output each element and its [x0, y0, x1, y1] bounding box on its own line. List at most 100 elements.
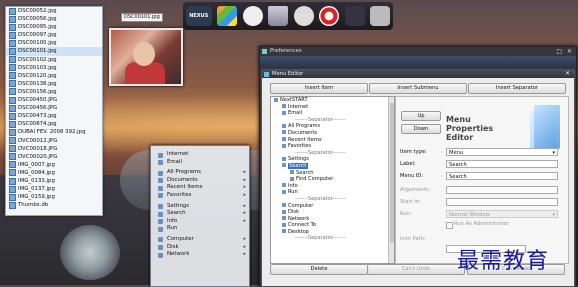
- menu-tree[interactable]: NextSTART Internet Email -------Separator--…: [270, 96, 395, 264]
- file-list-item[interactable]: DUBAI FEV. 2008 392.jpg: [6, 128, 102, 136]
- start-in-label: Start in:: [400, 199, 421, 205]
- start-menu-item[interactable]: Settings ▸: [151, 203, 249, 211]
- start-menu-item[interactable]: Disk ▸: [151, 244, 249, 252]
- tree-separator[interactable]: -------Separator-------: [271, 196, 394, 203]
- menu-id-field[interactable]: Search: [446, 172, 558, 180]
- ball-icon[interactable]: [319, 6, 340, 26]
- start-menu-item[interactable]: Favorites ▸: [151, 192, 249, 200]
- menu-item-icon: [158, 211, 163, 217]
- media-player-icon[interactable]: [293, 6, 314, 26]
- close-icon[interactable]: ✕: [567, 47, 572, 56]
- file-list-item[interactable]: DVC00012.JPG: [6, 137, 102, 145]
- tree-item[interactable]: Search: [271, 162, 394, 170]
- windows-icon[interactable]: [217, 6, 238, 26]
- start-menu-item-label: Network: [167, 251, 190, 258]
- watermark-text: 最需教育: [457, 249, 550, 274]
- tree-separator[interactable]: -------Separator-------: [271, 235, 394, 242]
- tree-scrollbar[interactable]: [388, 97, 394, 263]
- file-list-item[interactable]: DVC00020.JPG: [6, 153, 102, 161]
- start-menu-item[interactable]: Computer ▸: [151, 236, 249, 244]
- file-list-item[interactable]: IMG_0159.jpg: [6, 193, 102, 201]
- nexus-logo[interactable]: NEXUS: [185, 6, 212, 26]
- start-menu-item-label: All Programs: [167, 169, 201, 176]
- tree-item[interactable]: Computer: [271, 203, 394, 210]
- preferences-titlebar[interactable]: Preferences □ ✕: [260, 47, 576, 56]
- file-list-item[interactable]: DVC00018.JPG: [6, 145, 102, 153]
- menu-item-icon: [282, 183, 286, 188]
- file-list-item[interactable]: DSC00103.jpg: [6, 64, 102, 72]
- start-menu-item[interactable]: All Programs ▸: [151, 169, 249, 177]
- image-file-icon: [9, 104, 16, 112]
- file-list-item[interactable]: Thumbs.db: [6, 201, 102, 209]
- tree-item[interactable]: NextSTART: [271, 97, 394, 104]
- item-type-select[interactable]: Menu ▾: [446, 148, 558, 156]
- file-list-item[interactable]: DSC00101.jpg: [6, 47, 102, 56]
- tree-item[interactable]: Search: [271, 170, 394, 177]
- tree-item[interactable]: All Programs: [271, 123, 394, 130]
- start-menu-item[interactable]: Search ▸: [151, 210, 249, 218]
- start-menu-item[interactable]: Info ▸: [151, 218, 249, 226]
- file-list-item[interactable]: DSC00120.jpg: [6, 72, 102, 80]
- file-list-item[interactable]: DSC00473.jpg: [6, 112, 102, 120]
- insert-submenu-button[interactable]: Insert Submenu: [369, 83, 467, 94]
- close-icon[interactable]: ✕: [565, 70, 570, 78]
- start-menu-item[interactable]: Internet: [151, 151, 249, 159]
- start-menu-item[interactable]: Run: [151, 225, 249, 233]
- file-list-item[interactable]: DSC00450.JPG: [6, 96, 102, 104]
- start-menu-item[interactable]: Network ▸: [151, 251, 249, 259]
- tree-separator[interactable]: -------Separator-------: [271, 117, 394, 124]
- file-list-item[interactable]: DSC00056.jpg: [6, 15, 102, 23]
- file-list-item[interactable]: IMG_0133.jpg: [6, 177, 102, 185]
- arguments-field[interactable]: [446, 186, 558, 194]
- tree-item[interactable]: Email: [271, 110, 394, 117]
- start-menu-item[interactable]: Email: [151, 159, 249, 167]
- maximize-icon[interactable]: □: [556, 47, 562, 56]
- file-list-item[interactable]: DSC00874.jpg: [6, 120, 102, 128]
- tree-item[interactable]: Desktop: [271, 229, 394, 236]
- file-list-item[interactable]: DSC00100.jpg: [6, 39, 102, 47]
- file-list-item[interactable]: DSC00097.jpg: [6, 31, 102, 39]
- tree-item[interactable]: Connect To: [271, 222, 394, 229]
- tree-item[interactable]: Settings: [271, 156, 394, 163]
- tree-item[interactable]: Recent Items: [271, 137, 394, 144]
- clock-icon[interactable]: [242, 6, 263, 26]
- file-list-item[interactable]: DSC00095.jpg: [6, 23, 102, 31]
- tree-item[interactable]: Documents: [271, 130, 394, 137]
- camera-icon[interactable]: [344, 6, 365, 26]
- tree-item[interactable]: Find Computer: [271, 176, 394, 183]
- tree-item[interactable]: Favorites: [271, 143, 394, 150]
- insert-separator-button[interactable]: Insert Separator: [468, 83, 566, 94]
- tree-item[interactable]: Internet: [271, 104, 394, 111]
- run-as-admin-label: Run As Administrator: [454, 221, 509, 227]
- tree-item[interactable]: Network: [271, 216, 394, 223]
- chevron-down-icon: ▾: [552, 150, 555, 156]
- undo-button[interactable]: Can't Undo: [367, 264, 465, 275]
- file-list-item[interactable]: DSC00138.jpg: [6, 80, 102, 88]
- start-menu-item[interactable]: Recent Items ▸: [151, 184, 249, 192]
- run-as-admin-checkbox[interactable]: [446, 222, 453, 229]
- file-list-item[interactable]: DSC00052.jpg: [6, 7, 102, 15]
- menu-item-icon: [282, 229, 286, 234]
- run-select[interactable]: Normal Window ▾: [446, 210, 558, 218]
- file-list-item[interactable]: DSC00156.jpg: [6, 88, 102, 96]
- tree-separator[interactable]: -------Separator-------: [271, 150, 394, 157]
- file-list-item[interactable]: IMG_0007.jpg: [6, 161, 102, 169]
- recycle-bin-icon[interactable]: [268, 6, 289, 26]
- insert-item-button[interactable]: Insert Item: [270, 83, 368, 94]
- file-name: IMG_0084.jpg: [18, 169, 55, 176]
- menu-editor-titlebar[interactable]: Menu Editor ✕: [262, 70, 574, 78]
- file-list-item[interactable]: DSC00456.JPG: [6, 104, 102, 112]
- start-menu-item[interactable]: Documents ▸: [151, 177, 249, 185]
- start-in-field[interactable]: [446, 198, 558, 206]
- file-list-item[interactable]: DSC00102.jpg: [6, 56, 102, 64]
- tree-item[interactable]: Disk: [271, 209, 394, 216]
- settings-icon[interactable]: [370, 6, 391, 26]
- tree-item[interactable]: Run: [271, 189, 394, 196]
- tree-scrollbar-thumb[interactable]: [389, 103, 394, 243]
- file-list-item[interactable]: IMG_0084.jpg: [6, 169, 102, 177]
- properties-form: Item type: Menu ▾ Label: Search Menu ID: …: [396, 97, 568, 263]
- tree-item[interactable]: Info: [271, 183, 394, 190]
- delete-button[interactable]: Delete: [270, 264, 368, 275]
- file-list-item[interactable]: IMG_0137.jpg: [6, 185, 102, 193]
- label-field[interactable]: Search: [446, 160, 558, 168]
